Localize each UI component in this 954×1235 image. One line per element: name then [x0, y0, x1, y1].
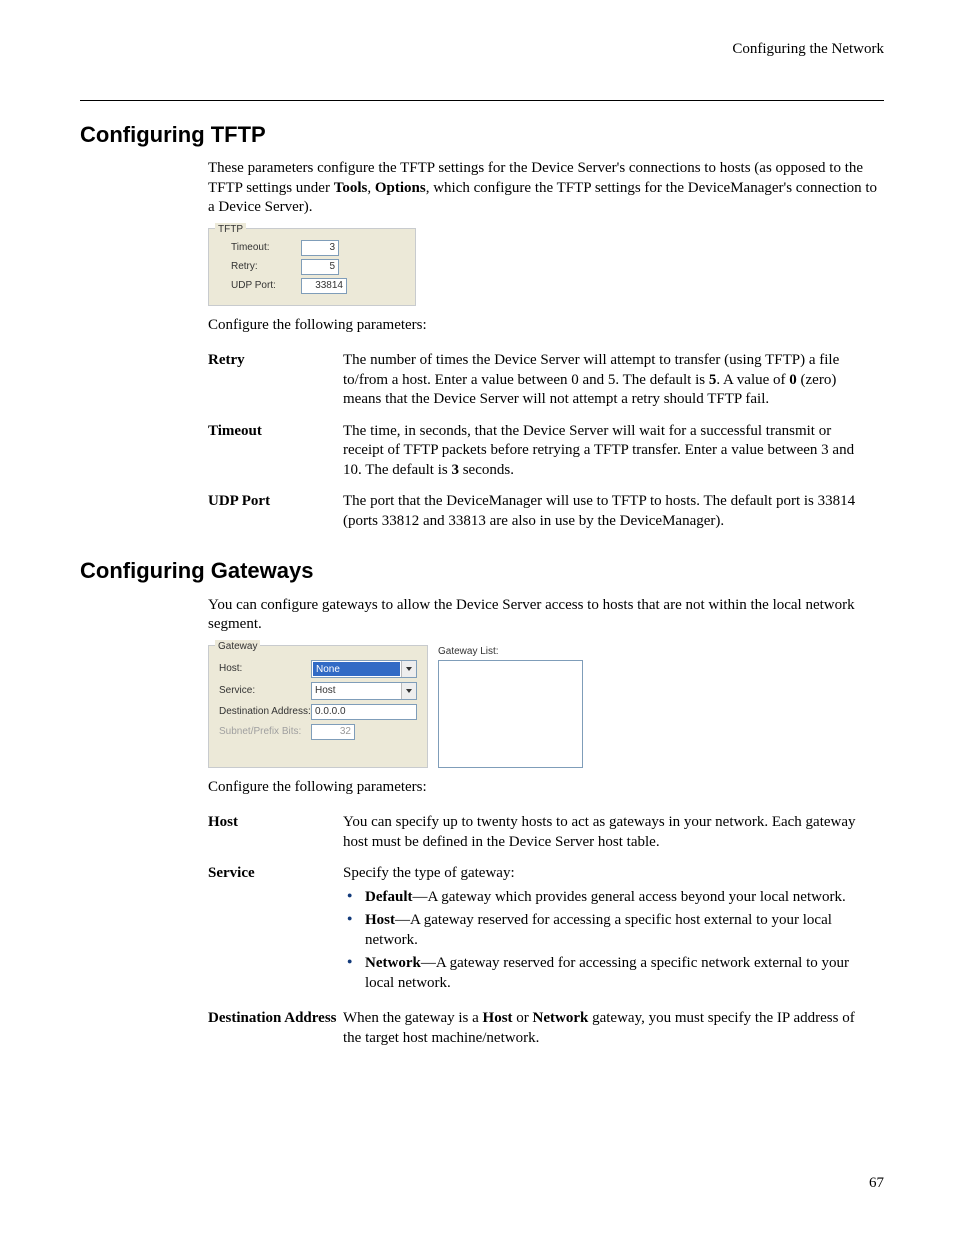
label: Host: — [219, 662, 311, 675]
label: Service: — [219, 684, 311, 697]
text: Specify the type of gateway: — [343, 864, 868, 884]
label: Destination Address: — [219, 705, 311, 718]
list-item: Default—A gateway which provides general… — [343, 888, 868, 908]
param-row-retry: Retry The number of times the Device Ser… — [208, 345, 868, 416]
tftp-param-table: Retry The number of times the Device Ser… — [208, 345, 868, 537]
label: Timeout: — [217, 241, 301, 254]
text-bold: Options — [375, 180, 426, 196]
param-name: Destination Address — [208, 1003, 343, 1054]
text-bold: Host — [483, 1010, 513, 1026]
heading-tftp: Configuring TFTP — [80, 121, 884, 150]
chevron-down-icon[interactable] — [401, 661, 416, 677]
text: or — [513, 1010, 533, 1026]
param-desc: The time, in seconds, that the Device Se… — [343, 416, 868, 487]
header-rule — [80, 100, 884, 101]
input-udpport[interactable]: 33814 — [301, 278, 347, 294]
input-timeout[interactable]: 3 — [301, 240, 339, 256]
dropdown-value: Host — [312, 683, 401, 699]
param-name: Retry — [208, 345, 343, 416]
text-bold: Host — [365, 912, 395, 928]
figure-row-retry: Retry: 5 — [217, 259, 407, 275]
heading-gateways: Configuring Gateways — [80, 557, 884, 586]
text-bold: Network — [365, 955, 421, 971]
text: . A value of — [716, 372, 789, 388]
label-disabled: Subnet/Prefix Bits: — [219, 725, 311, 738]
gateway-listbox[interactable] — [438, 660, 583, 768]
tftp-configure-line: Configure the following parameters: — [208, 316, 884, 336]
text: —A gateway reserved for accessing a spec… — [365, 912, 832, 948]
input-subnet: 32 — [311, 724, 355, 740]
param-row-host: Host You can specify up to twenty hosts … — [208, 807, 868, 858]
text-bold: Network — [533, 1010, 589, 1026]
param-row-destination: Destination Address When the gateway is … — [208, 1003, 868, 1054]
param-row-service: Service Specify the type of gateway: Def… — [208, 858, 868, 1003]
figure-legend: TFTP — [215, 223, 246, 236]
dropdown-value: None — [313, 662, 400, 676]
label: UDP Port: — [217, 279, 301, 292]
param-desc: Specify the type of gateway: Default—A g… — [343, 858, 868, 1003]
dropdown-host[interactable]: None — [311, 660, 417, 678]
param-name: Service — [208, 858, 343, 1003]
gw-row-host: Host: None — [219, 660, 417, 678]
param-name: Timeout — [208, 416, 343, 487]
param-name: UDP Port — [208, 486, 343, 537]
gateway-panel: Gateway Host: None Service: Host Destina… — [208, 645, 428, 768]
figure-row-udpport: UDP Port: 33814 — [217, 278, 407, 294]
gw-row-subnet: Subnet/Prefix Bits: 32 — [219, 724, 417, 740]
gateways-configure-line: Configure the following parameters: — [208, 778, 884, 798]
gateway-list-panel: Gateway List: — [438, 645, 583, 768]
text: —A gateway reserved for accessing a spec… — [365, 955, 849, 991]
param-row-timeout: Timeout The time, in seconds, that the D… — [208, 416, 868, 487]
gateways-param-table: Host You can specify up to twenty hosts … — [208, 807, 868, 1054]
text: When the gateway is a — [343, 1010, 483, 1026]
text-bold: Default — [365, 889, 413, 905]
param-desc: The number of times the Device Server wi… — [343, 345, 868, 416]
input-retry[interactable]: 5 — [301, 259, 339, 275]
text-bold: Tools — [334, 180, 368, 196]
list-item: Network—A gateway reserved for accessing… — [343, 954, 868, 993]
param-desc: The port that the DeviceManager will use… — [343, 486, 868, 537]
input-destination[interactable]: 0.0.0.0 — [311, 704, 417, 720]
label: Gateway List: — [438, 645, 583, 658]
service-list: Default—A gateway which provides general… — [343, 888, 868, 994]
param-row-udpport: UDP Port The port that the DeviceManager… — [208, 486, 868, 537]
text-bold: 3 — [451, 462, 459, 478]
gw-row-service: Service: Host — [219, 682, 417, 700]
running-header: Configuring the Network — [80, 40, 884, 60]
tftp-intro: These parameters configure the TFTP sett… — [208, 159, 884, 218]
text: The time, in seconds, that the Device Se… — [343, 423, 854, 478]
dropdown-service[interactable]: Host — [311, 682, 417, 700]
figure-row-timeout: Timeout: 3 — [217, 240, 407, 256]
text: , — [367, 180, 375, 196]
text-bold: 0 — [789, 372, 797, 388]
tftp-figure: TFTP Timeout: 3 Retry: 5 UDP Port: 33814 — [208, 228, 416, 306]
param-desc: You can specify up to twenty hosts to ac… — [343, 807, 868, 858]
gateway-figure: Gateway Host: None Service: Host Destina… — [208, 645, 884, 768]
chevron-down-icon[interactable] — [401, 683, 416, 699]
param-name: Host — [208, 807, 343, 858]
gw-row-dest: Destination Address: 0.0.0.0 — [219, 704, 417, 720]
gateways-intro: You can configure gateways to allow the … — [208, 596, 884, 635]
page-number: 67 — [80, 1174, 884, 1194]
list-item: Host—A gateway reserved for accessing a … — [343, 911, 868, 950]
label: Retry: — [217, 260, 301, 273]
figure-legend: Gateway — [215, 640, 260, 653]
param-desc: When the gateway is a Host or Network ga… — [343, 1003, 868, 1054]
text: —A gateway which provides general access… — [413, 889, 846, 905]
text: seconds. — [459, 462, 514, 478]
